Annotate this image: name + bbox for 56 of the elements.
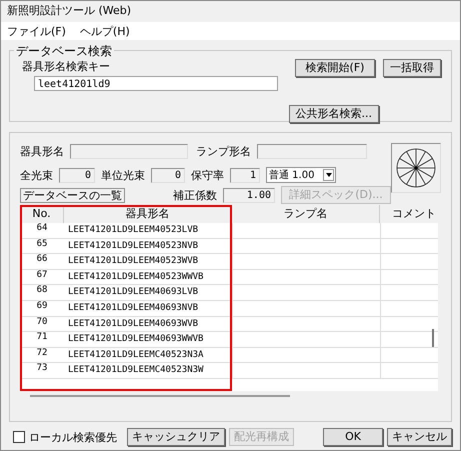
field-label: ランプ形名 xyxy=(196,144,251,158)
list-label: データベースの一覧 xyxy=(20,188,125,202)
group-title: データベース検索 xyxy=(14,43,114,60)
search-button[interactable]: 一括取得 xyxy=(383,59,441,77)
row-number: 69 xyxy=(36,300,48,313)
checkbox-label: ローカル検索優先 xyxy=(29,430,117,444)
table-row[interactable]: 65 LEET41201LD9LEEM40523NVB xyxy=(20,238,438,254)
table-row[interactable]: 64 LEET41201LD9LEEM40523LVB xyxy=(20,223,438,239)
dialog-button[interactable]: キャンセル xyxy=(387,428,452,446)
field-label: 器具形名検索キー xyxy=(22,59,111,74)
table-cell-text: LEET41201LD9LEEM40693WVB xyxy=(67,318,200,331)
field-label: 全光束 xyxy=(20,168,53,182)
table-cell-text: LEET41201LD9LEEMC40523N3W xyxy=(67,364,204,378)
field-label: 器具形名 xyxy=(20,144,64,158)
dialog-button[interactable]: OK xyxy=(323,428,383,446)
value-field: 1.00 xyxy=(223,188,275,202)
action-button[interactable]: キャッシュクリア xyxy=(127,428,225,446)
table-row[interactable]: 68 LEET41201LD9LEEM40693LVB xyxy=(20,285,438,301)
row-number: 71 xyxy=(36,332,48,344)
row-number: 72 xyxy=(36,348,48,360)
table-row[interactable]: 70 LEET41201LD9LEEM40693WVB xyxy=(20,316,438,332)
table-cell-text: LEET41201LD9LEEM40693LVB xyxy=(67,286,200,300)
maintenance-dropdown[interactable]: 普通 1.00 xyxy=(266,167,336,183)
table-row[interactable]: 69 LEET41201LD9LEEM40693NVB xyxy=(20,300,438,317)
field-label: 単位光束 xyxy=(101,168,145,182)
value-field: 1 xyxy=(230,168,260,182)
table-row[interactable]: 71 LEET41201LD9LEEM40693WWVB xyxy=(20,332,438,348)
table-row[interactable]: 67 LEET41201LD9LEEM40523WWVB xyxy=(20,270,438,286)
row-number: 67 xyxy=(36,270,48,282)
row-number: 65 xyxy=(36,238,48,251)
table-cell-text: LEET41201LD9LEEM40523NVB xyxy=(67,240,200,253)
public-name-search-button[interactable]: 公共形名検索... xyxy=(288,105,379,123)
table-row[interactable]: 73 LEET41201LD9LEEMC40523N3W xyxy=(20,363,438,379)
menu-item[interactable]: ヘルプ(H) xyxy=(80,24,130,38)
table-cell-text: LEET41201LD9LEEM40523LVB xyxy=(67,224,200,237)
menu-item[interactable]: ファイル(F) xyxy=(7,24,66,38)
row-number: 66 xyxy=(36,254,48,266)
table-cell-text: LEET41201LD9LEEM40693WWVB xyxy=(67,333,204,346)
row-number: 70 xyxy=(36,316,48,329)
field-label: 保守率 xyxy=(191,168,224,182)
value-field: 0 xyxy=(59,168,95,182)
table-cell-text: LEET41201LD9LEEM40523WWVB xyxy=(67,270,204,284)
row-number: 64 xyxy=(36,223,48,235)
row-number: 73 xyxy=(36,363,48,376)
row-number: 68 xyxy=(36,285,48,298)
search-key-field[interactable]: leet41201ld9 xyxy=(34,76,278,91)
column-header[interactable]: ランプ名 xyxy=(232,205,380,223)
table-row[interactable]: 72 LEET41201LD9LEEMC40523N3A xyxy=(20,348,438,364)
search-button[interactable]: 検索開始(F) xyxy=(295,59,375,77)
table-cell-text: LEET41201LD9LEEM40523WVB xyxy=(67,255,200,268)
value-field: 0 xyxy=(151,168,185,182)
table-row[interactable]: 66 LEET41201LD9LEEM40523WVB xyxy=(20,254,438,270)
table-cell-text: LEET41201LD9LEEM40693NVB xyxy=(67,302,200,315)
field-label: 補正係数 xyxy=(173,188,217,202)
column-header[interactable]: コメント xyxy=(380,205,438,223)
table-cell-text: LEET41201LD9LEEMC40523N3A xyxy=(67,348,204,362)
